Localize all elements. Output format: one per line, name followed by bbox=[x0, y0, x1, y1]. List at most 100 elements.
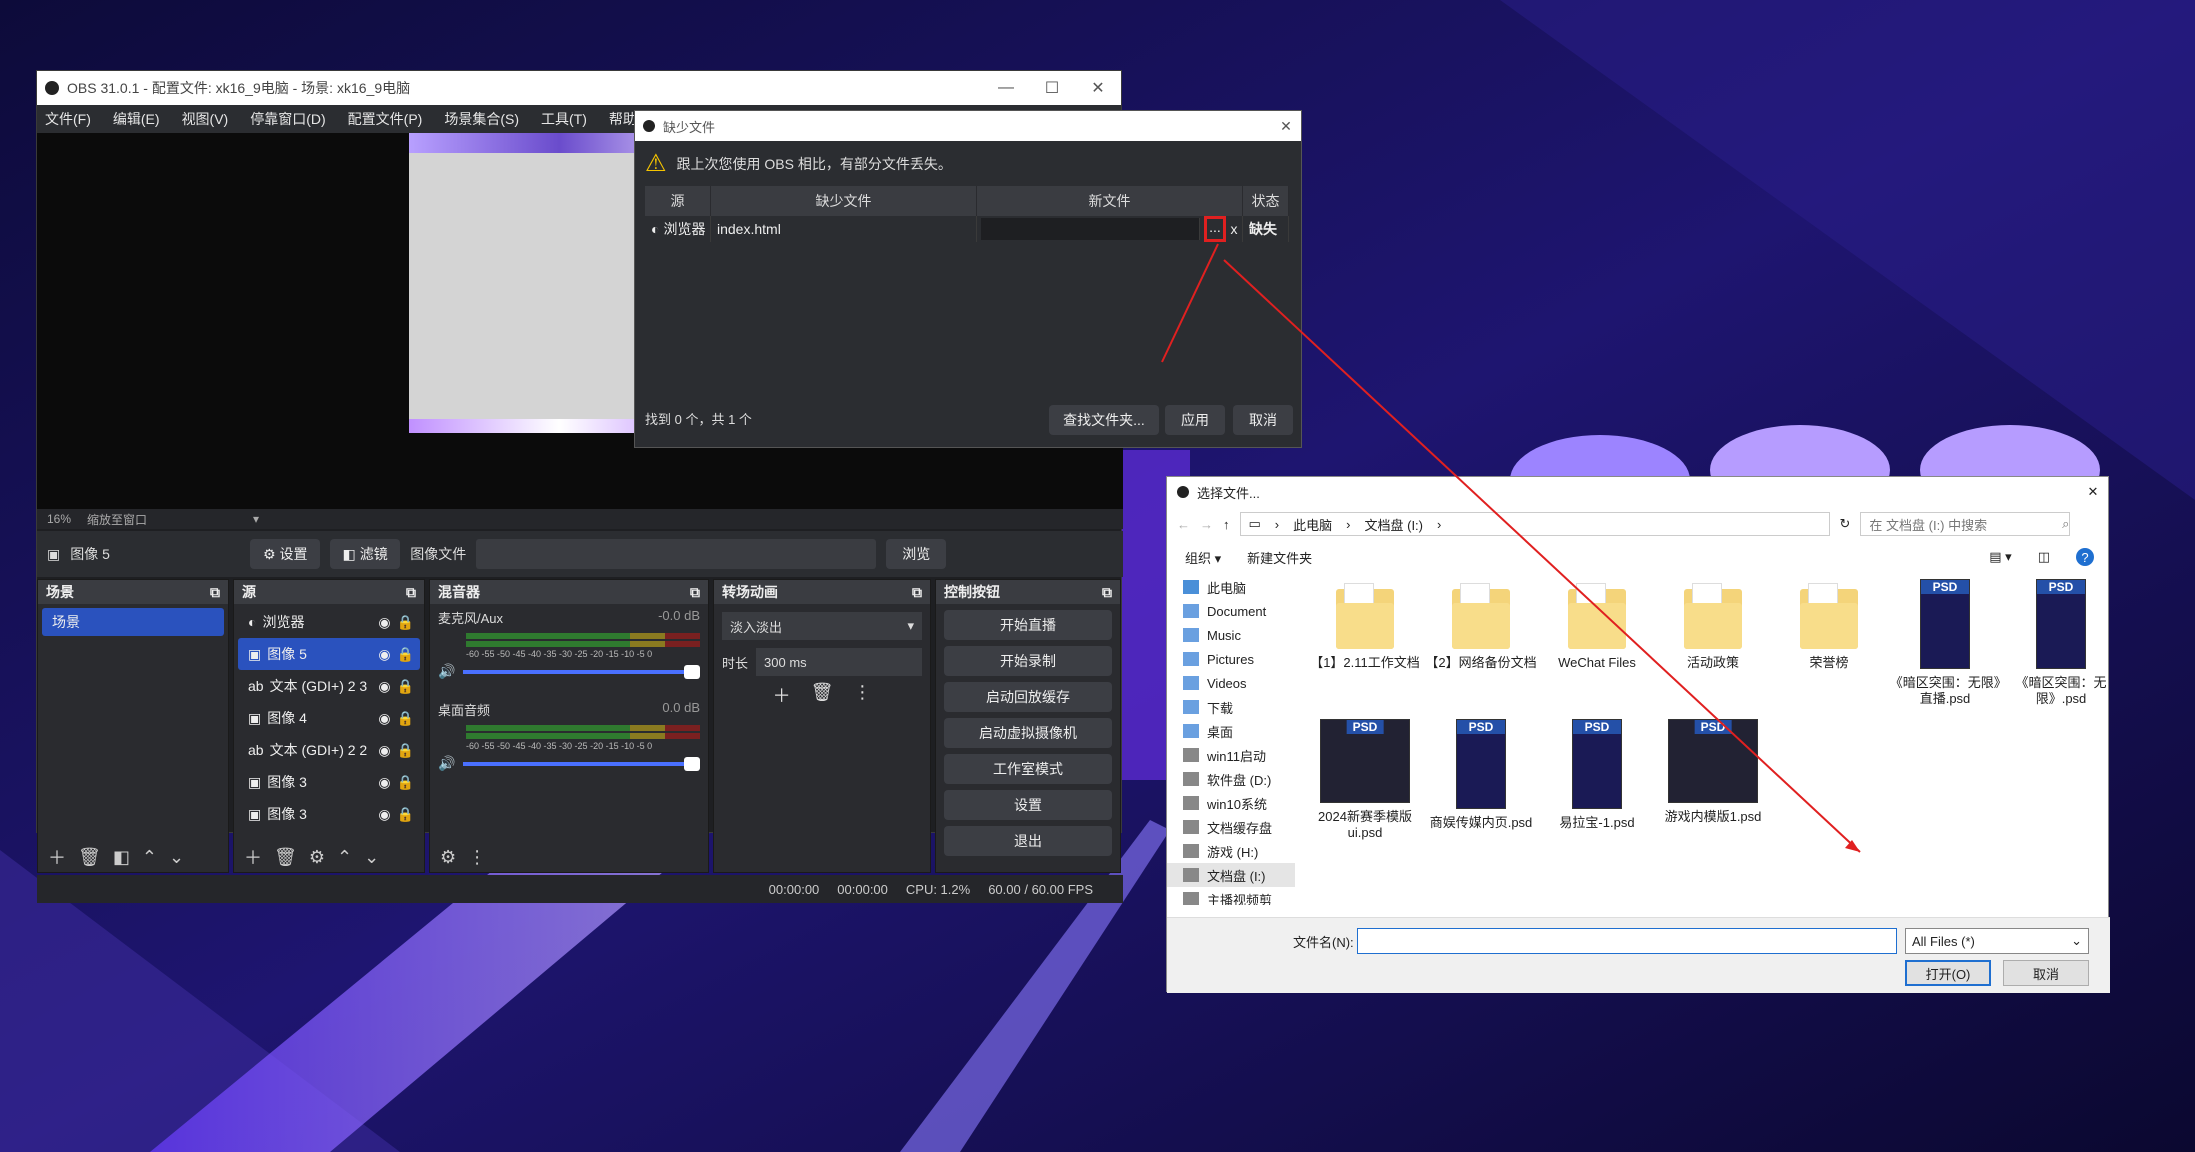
arrow-down-icon[interactable]: ⌄ bbox=[169, 847, 184, 868]
search-input[interactable]: 在 文档盘 (I:) 中搜索 ⌕ bbox=[1860, 512, 2071, 536]
nav-item[interactable]: 文档盘 (I:) bbox=[1167, 863, 1295, 887]
eye-icon[interactable]: ◉ bbox=[378, 614, 390, 631]
volume-slider[interactable] bbox=[463, 664, 700, 679]
file-item[interactable]: 【2】网络备份文档 bbox=[1423, 579, 1539, 671]
breadcrumb-drive[interactable]: 文档盘 (I:) bbox=[1365, 515, 1424, 534]
forward-icon[interactable]: → bbox=[1200, 517, 1213, 532]
settings-button[interactable]: 设置 bbox=[944, 790, 1112, 820]
lock-icon[interactable]: 🔒 bbox=[397, 678, 414, 695]
exit-button[interactable]: 退出 bbox=[944, 826, 1112, 856]
menu-view[interactable]: 视图(V) bbox=[182, 109, 229, 129]
undock-icon[interactable]: ⧉ bbox=[406, 584, 416, 601]
lock-icon[interactable]: 🔒 bbox=[397, 646, 414, 663]
source-item[interactable]: ▣ 图像 5 ◉ 🔒 bbox=[238, 638, 420, 670]
breadcrumb-this-pc[interactable]: 此电脑 bbox=[1293, 515, 1332, 534]
file-item[interactable]: PSD 2024新赛季模版ui.psd bbox=[1307, 719, 1423, 841]
duration-input[interactable]: 300 ms bbox=[756, 648, 922, 676]
studio-mode-button[interactable]: 工作室模式 bbox=[944, 754, 1112, 784]
nav-item[interactable]: 软件盘 (D:) bbox=[1167, 767, 1295, 791]
lock-icon[interactable]: 🔒 bbox=[397, 806, 414, 823]
add-icon[interactable]: ＋ bbox=[773, 682, 791, 708]
image-file-input[interactable] bbox=[476, 539, 877, 569]
trash-icon[interactable]: 🗑 bbox=[811, 682, 834, 708]
nav-item[interactable]: win10系统 bbox=[1167, 791, 1295, 815]
arrow-up-icon[interactable]: ⌃ bbox=[142, 847, 157, 868]
cancel-button[interactable]: 取消 bbox=[1233, 405, 1293, 435]
up-icon[interactable]: ↑ bbox=[1223, 517, 1230, 532]
new-file-input[interactable] bbox=[981, 218, 1200, 240]
lock-icon[interactable]: 🔒 bbox=[397, 710, 414, 727]
eye-icon[interactable]: ◉ bbox=[378, 774, 390, 791]
file-item[interactable]: PSD 《暗区突围：无限》直播.psd bbox=[1887, 579, 2003, 707]
undock-icon[interactable]: ⧉ bbox=[690, 584, 700, 601]
source-item[interactable]: ▣ 图像 3 ◉ 🔒 bbox=[238, 798, 420, 830]
close-button[interactable]: ✕ bbox=[1075, 78, 1121, 98]
start-virtual-camera-button[interactable]: 启动虚拟摄像机 bbox=[944, 718, 1112, 748]
apply-button[interactable]: 应用 bbox=[1165, 405, 1225, 435]
arrow-up-icon[interactable]: ⌃ bbox=[337, 847, 352, 868]
organize-menu[interactable]: 组织 ▾ bbox=[1185, 548, 1221, 567]
filter-icon[interactable]: ◧ bbox=[113, 847, 130, 868]
cancel-button[interactable]: 取消 bbox=[2003, 960, 2089, 986]
source-item[interactable]: ▣ 图像 3 ◉ 🔒 bbox=[238, 766, 420, 798]
source-item[interactable]: ▣ 图像 4 ◉ 🔒 bbox=[238, 702, 420, 734]
transition-select[interactable]: 淡入淡出 ▾ bbox=[722, 612, 922, 640]
menu-docks[interactable]: 停靠窗口(D) bbox=[250, 109, 325, 129]
source-item[interactable]: ab 文本 (GDI+) 2 3 ◉ 🔒 bbox=[238, 670, 420, 702]
file-item[interactable]: 活动政策 bbox=[1655, 579, 1771, 671]
nav-item[interactable]: win11启动 bbox=[1167, 743, 1295, 767]
menu-tools[interactable]: 工具(T) bbox=[541, 109, 587, 129]
nav-item[interactable]: 文档缓存盘 bbox=[1167, 815, 1295, 839]
file-item[interactable]: PSD 游戏内模版1.psd bbox=[1655, 719, 1771, 825]
add-icon[interactable]: ＋ bbox=[48, 844, 66, 870]
nav-item[interactable]: Music bbox=[1167, 623, 1295, 647]
trash-icon[interactable]: 🗑 bbox=[78, 847, 101, 868]
filename-input[interactable] bbox=[1357, 928, 1897, 954]
undock-icon[interactable]: ⧉ bbox=[1102, 584, 1112, 601]
more-options-icon[interactable]: ⋮ bbox=[853, 682, 871, 708]
eye-icon[interactable]: ◉ bbox=[378, 806, 390, 823]
lock-icon[interactable]: 🔒 bbox=[397, 742, 414, 759]
undock-icon[interactable]: ⧉ bbox=[210, 584, 220, 601]
lock-icon[interactable]: 🔒 bbox=[397, 614, 414, 631]
address-bar[interactable]: ▭ › 此电脑 › 文档盘 (I:) › bbox=[1239, 512, 1830, 536]
undock-icon[interactable]: ⧉ bbox=[912, 584, 922, 601]
speaker-icon[interactable]: 🔊 bbox=[438, 663, 455, 680]
menu-scene-collection[interactable]: 场景集合(S) bbox=[444, 109, 519, 129]
menu-profile[interactable]: 配置文件(P) bbox=[348, 109, 423, 129]
file-item[interactable]: 【1】2.11工作文档 bbox=[1307, 579, 1423, 671]
file-type-select[interactable]: All Files (*) ⌄ bbox=[1905, 928, 2089, 954]
file-item[interactable]: 荣誉榜 bbox=[1771, 579, 1887, 671]
speaker-icon[interactable]: 🔊 bbox=[438, 755, 455, 772]
eye-icon[interactable]: ◉ bbox=[378, 742, 390, 759]
menu-edit[interactable]: 编辑(E) bbox=[113, 109, 160, 129]
eye-icon[interactable]: ◉ bbox=[378, 710, 390, 727]
file-item[interactable]: PSD 《暗区突围：无限》.psd bbox=[2003, 579, 2119, 707]
back-icon[interactable]: ← bbox=[1177, 517, 1190, 532]
eye-icon[interactable]: ◉ bbox=[378, 646, 390, 663]
nav-item[interactable]: 主播视频剪 bbox=[1167, 887, 1295, 905]
chevron-down-icon[interactable]: ▾ bbox=[253, 512, 259, 526]
source-item[interactable]: ab 文本 (GDI+) 2 2 ◉ 🔒 bbox=[238, 734, 420, 766]
eye-icon[interactable]: ◉ bbox=[378, 678, 390, 695]
nav-item[interactable]: Document bbox=[1167, 599, 1295, 623]
arrow-down-icon[interactable]: ⌄ bbox=[364, 847, 379, 868]
file-item[interactable]: WeChat Files bbox=[1539, 579, 1655, 671]
file-item[interactable]: PSD 易拉宝-1.psd bbox=[1539, 719, 1655, 831]
start-streaming-button[interactable]: 开始直播 bbox=[944, 610, 1112, 640]
preview-pane-icon[interactable]: ◫ bbox=[2038, 549, 2050, 565]
scene-item[interactable]: 场景 bbox=[42, 608, 224, 636]
source-item[interactable]: ◐ 浏览器 ◉ 🔒 bbox=[238, 606, 420, 638]
close-icon[interactable]: ✕ bbox=[2078, 484, 2108, 500]
menu-file[interactable]: 文件(F) bbox=[45, 109, 91, 129]
mixer-settings-icon[interactable]: ⚙ bbox=[440, 847, 456, 868]
nav-item[interactable]: 游戏 (H:) bbox=[1167, 839, 1295, 863]
browse-new-file-button[interactable]: ... bbox=[1204, 216, 1226, 242]
trash-icon[interactable]: 🗑 bbox=[274, 847, 297, 868]
zoom-mode-select[interactable]: 缩放至窗口 bbox=[87, 511, 147, 528]
view-options-icon[interactable]: ▤ ▾ bbox=[1989, 549, 2011, 565]
add-icon[interactable]: ＋ bbox=[244, 844, 262, 870]
nav-item[interactable]: Videos bbox=[1167, 671, 1295, 695]
nav-item[interactable]: 桌面 bbox=[1167, 719, 1295, 743]
more-options-icon[interactable]: ⋮ bbox=[468, 847, 486, 868]
